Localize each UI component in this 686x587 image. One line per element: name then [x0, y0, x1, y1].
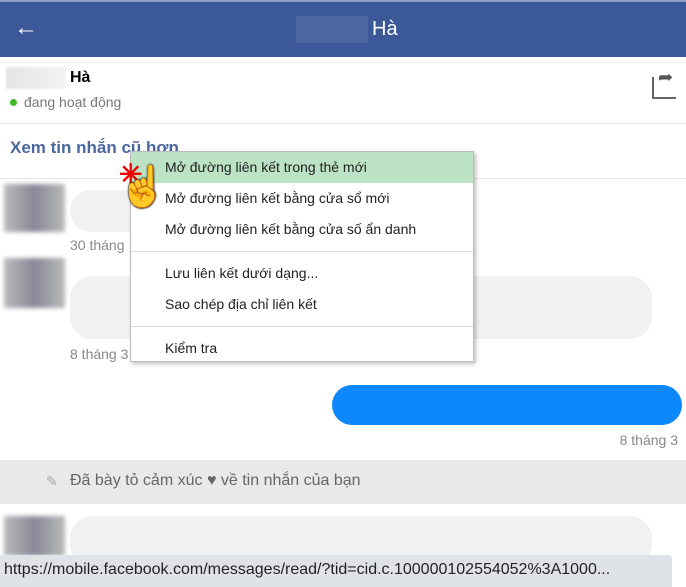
- link-status-bar: https://mobile.facebook.com/messages/rea…: [0, 555, 672, 587]
- share-icon[interactable]: [652, 67, 676, 99]
- menu-open-incognito[interactable]: Mở đường liên kết bằng cửa số ẩn danh: [131, 214, 473, 245]
- blurred-name: [6, 67, 66, 89]
- top-bar: ← Hà: [0, 0, 686, 57]
- timestamp: 8 tháng 3: [70, 346, 129, 362]
- profile-header: Hà đang hoạt động: [0, 57, 686, 124]
- avatar: [4, 258, 65, 308]
- active-status: đang hoạt động: [24, 94, 122, 110]
- context-menu: Mở đường liên kết trong thẻ mới Mở đường…: [130, 151, 474, 362]
- timestamp: 8 tháng 3: [619, 432, 678, 448]
- outgoing-message-bubble[interactable]: [332, 385, 682, 425]
- reaction-text: Đã bày tỏ cảm xúc ♥ về tin nhắn của bạn: [70, 472, 361, 489]
- menu-save-link-as[interactable]: Lưu liên kết dưới dạng...: [131, 258, 473, 289]
- avatar: [4, 516, 65, 556]
- contact-name[interactable]: Hà: [70, 69, 90, 87]
- menu-inspect[interactable]: Kiểm tra: [131, 333, 473, 364]
- menu-copy-link-address[interactable]: Sao chép địa chỉ liên kết: [131, 289, 473, 320]
- avatar: [4, 184, 65, 232]
- timestamp: 30 tháng: [70, 237, 125, 253]
- menu-divider: [131, 251, 473, 252]
- menu-divider: [131, 326, 473, 327]
- menu-open-new-window[interactable]: Mở đường liên kết bằng cửa sổ mới: [131, 183, 473, 214]
- blurred-name: [296, 16, 368, 43]
- hand-cursor-icon: ☝: [118, 165, 168, 209]
- pencil-icon: ✎: [46, 473, 58, 489]
- online-dot-icon: [10, 99, 17, 106]
- page-title: Hà: [372, 18, 398, 40]
- reaction-notice: ✎ Đã bày tỏ cảm xúc ♥ về tin nhắn của bạ…: [0, 460, 686, 504]
- menu-open-new-tab[interactable]: Mở đường liên kết trong thẻ mới: [131, 152, 473, 183]
- back-arrow-icon[interactable]: ←: [14, 14, 38, 42]
